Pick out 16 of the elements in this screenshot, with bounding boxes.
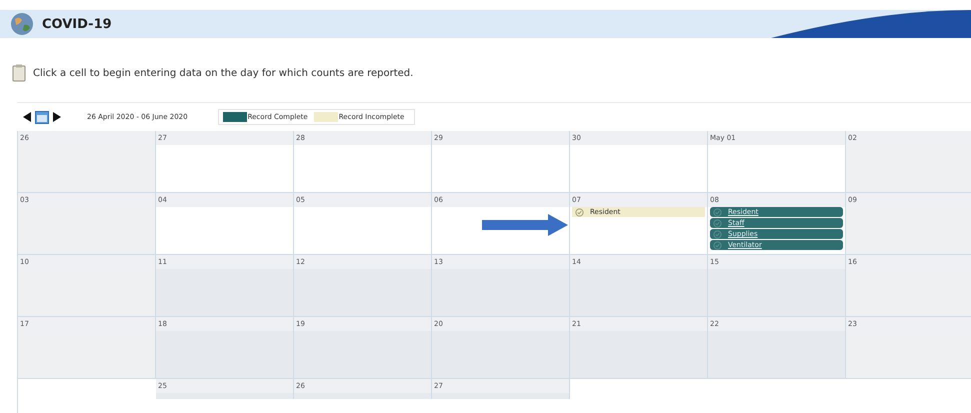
globe-icon — [10, 12, 34, 36]
left-arrow-icon — [23, 112, 31, 122]
check-circle-icon — [713, 208, 722, 216]
instruction-text: Click a cell to begin entering data on the day for which counts are reported. — [33, 68, 414, 78]
check-circle-icon — [575, 208, 584, 216]
check-circle-icon — [713, 218, 722, 228]
check-circle-icon — [713, 240, 722, 250]
next-button[interactable] — [51, 109, 63, 125]
right-arrow-icon — [53, 112, 61, 122]
calendar-button[interactable] — [33, 109, 51, 125]
previous-button[interactable] — [21, 109, 33, 125]
arrow-icon — [482, 214, 568, 236]
calendar-icon — [35, 110, 49, 124]
page-title: COVID-19 — [42, 16, 112, 32]
check-circle-icon — [713, 230, 722, 238]
clipboard-icon — [12, 64, 26, 82]
